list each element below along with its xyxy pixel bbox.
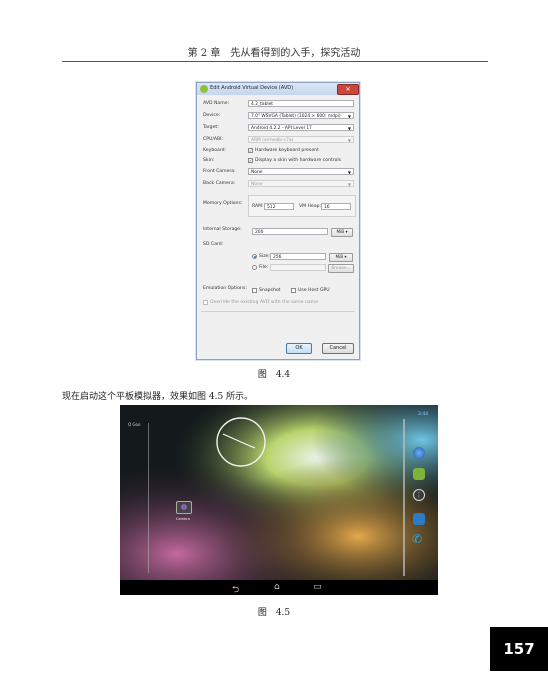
device-value: 7.0" WSVGA (Tablet) (1024 × 600: mdpi) xyxy=(251,114,341,119)
back-icon[interactable]: ⮌ xyxy=(232,582,239,595)
dock-divider xyxy=(403,419,405,576)
host-gpu-label: Use Host GPU xyxy=(298,288,330,293)
skin-option: Display a skin with hardware controls xyxy=(255,158,341,163)
keyboard-label: Keyboard: xyxy=(203,148,227,153)
phone-icon[interactable]: ✆ xyxy=(412,532,422,546)
cpu-value: ARM (armeabi-v7a) xyxy=(251,138,294,143)
avd-name-label: AVD Name: xyxy=(203,101,230,106)
keyboard-option: Hardware keyboard present xyxy=(255,148,319,153)
back-camera-label: Back Camera: xyxy=(203,181,236,186)
device-label: Device: xyxy=(203,113,221,118)
cancel-button[interactable]: Cancel xyxy=(322,343,354,354)
back-camera-value: None xyxy=(251,182,263,187)
close-button[interactable]: ✕ xyxy=(337,84,359,95)
camera-label: Camera xyxy=(176,517,190,521)
chevron-down-icon: ▼ xyxy=(347,170,351,175)
memory-label: Memory Options: xyxy=(203,201,243,206)
navigation-bar: ⮌ ⌂ ▭ xyxy=(120,580,438,595)
internal-storage-label: Internal Storage: xyxy=(203,227,242,232)
sd-file-input[interactable] xyxy=(270,264,326,271)
back-camera-select[interactable]: None ▼ xyxy=(248,180,354,187)
sd-size-input[interactable]: 256 xyxy=(270,253,326,260)
dialog-title: Edit Android Virtual Device (AVD) xyxy=(210,85,294,91)
page-number: 157 xyxy=(490,627,548,671)
chevron-down-icon: ▼ xyxy=(347,182,351,187)
emulator-screenshot: Q Goo 3:44 ⋮ ✆ Camera ⮌ ⌂ ▭ xyxy=(120,405,438,595)
sd-size-radio[interactable] xyxy=(252,254,257,259)
google-search-bar[interactable]: Q Goo xyxy=(128,422,140,427)
ok-button[interactable]: OK xyxy=(286,343,312,354)
recent-apps-icon[interactable]: ▭ xyxy=(313,582,322,592)
page-header: 第 2 章 先从看得到的入手，探究活动 xyxy=(187,48,361,59)
avd-name-input[interactable]: 4.2_tablet xyxy=(248,100,354,107)
emulation-label: Emulation Options: xyxy=(203,286,247,291)
browse-button[interactable]: Browse... xyxy=(328,264,354,273)
header-rule xyxy=(62,61,488,62)
cpu-select: ARM (armeabi-v7a) ▼ xyxy=(248,136,354,143)
snapshot-checkbox[interactable] xyxy=(252,288,257,293)
dialog-titlebar: Edit Android Virtual Device (AVD) ✕ xyxy=(197,83,359,95)
sd-size-label: Size: xyxy=(259,254,270,259)
snapshot-label: Snapshot xyxy=(259,288,281,293)
camera-icon[interactable] xyxy=(176,501,192,514)
camera-lens-icon xyxy=(181,504,187,510)
body-paragraph: 现在启动这个平板模拟器，效果如图 4.5 所示。 xyxy=(62,392,254,402)
sd-file-radio[interactable] xyxy=(252,265,257,270)
status-bar-clock: 3:44 xyxy=(418,412,429,417)
skin-label: Skin: xyxy=(203,158,215,163)
front-camera-label: Front Camera: xyxy=(203,169,236,174)
front-camera-select[interactable]: None ▼ xyxy=(248,168,354,175)
android-icon xyxy=(200,85,208,93)
messaging-icon[interactable] xyxy=(413,468,425,480)
internal-storage-unit-select[interactable]: MiB ▾ xyxy=(331,228,353,237)
keyboard-checkbox[interactable]: ✓ xyxy=(248,148,253,153)
ram-label: RAM: xyxy=(252,204,264,209)
vm-heap-input[interactable]: 16 xyxy=(321,203,351,210)
override-checkbox[interactable] xyxy=(203,300,208,305)
target-value: Android 4.2.2 - API Level 17 xyxy=(251,126,312,131)
search-bar-divider xyxy=(148,423,149,573)
sd-size-unit-select[interactable]: MiB ▾ xyxy=(329,253,353,262)
target-label: Target: xyxy=(203,125,219,130)
avd-dialog: Edit Android Virtual Device (AVD) ✕ AVD … xyxy=(196,82,360,360)
sd-card-label: SD Card: xyxy=(203,242,224,247)
all-apps-icon[interactable]: ⋮ xyxy=(413,489,425,501)
browser-icon[interactable] xyxy=(413,447,425,459)
vm-heap-label: VM Heap: xyxy=(299,204,322,209)
device-select[interactable]: 7.0" WSVGA (Tablet) (1024 × 600: mdpi) ▼ xyxy=(248,112,354,119)
chevron-down-icon: ▼ xyxy=(347,114,351,119)
override-label: Override the existing AVD with the same … xyxy=(210,300,319,305)
figure-4-5-caption: 图 4.5 xyxy=(257,608,291,618)
chevron-down-icon: ▼ xyxy=(347,138,351,143)
figure-4-4-caption: 图 4.4 xyxy=(257,370,291,380)
wallpaper xyxy=(120,405,438,580)
sd-size-unit: MiB xyxy=(335,254,344,259)
target-select[interactable]: Android 4.2.2 - API Level 17 ▼ xyxy=(248,124,354,131)
skin-checkbox[interactable]: ✓ xyxy=(248,158,253,163)
sd-file-label: File: xyxy=(259,265,269,270)
dialog-separator xyxy=(201,311,355,312)
internal-storage-unit: MiB xyxy=(336,229,345,234)
front-camera-value: None xyxy=(251,170,263,175)
cpu-label: CPU/ABI: xyxy=(203,137,224,142)
ram-input[interactable]: 512 xyxy=(264,203,294,210)
home-icon[interactable]: ⌂ xyxy=(274,582,280,592)
contacts-icon[interactable] xyxy=(413,513,425,525)
host-gpu-checkbox[interactable] xyxy=(291,288,296,293)
chevron-down-icon: ▼ xyxy=(347,126,351,131)
internal-storage-input[interactable]: 200 xyxy=(252,228,328,235)
